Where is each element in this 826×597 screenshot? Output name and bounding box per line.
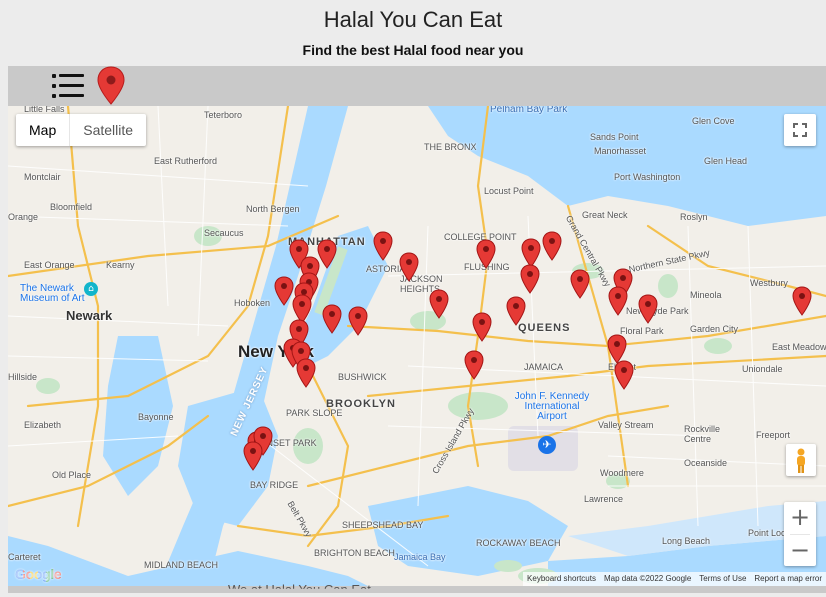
place-label: Woodmere: [600, 468, 644, 478]
airport-icon: ✈: [538, 436, 556, 454]
place-label: John F. Kennedy International Airport: [514, 391, 590, 422]
restaurant-marker-icon[interactable]: [792, 286, 812, 316]
page-header: Halal You Can Eat Find the best Halal fo…: [0, 0, 826, 66]
restaurant-marker-icon[interactable]: [464, 350, 484, 380]
place-label: Sands Point: [590, 132, 639, 142]
google-logo[interactable]: Google: [15, 566, 62, 582]
place-label: Port Washington: [614, 172, 681, 182]
place-label: Jamaica Bay: [394, 552, 446, 562]
place-label: Rockville Centre: [684, 424, 721, 444]
place-label: BUSHWICK: [338, 372, 387, 382]
place-label: BAY RIDGE: [250, 480, 299, 490]
restaurant-marker-icon[interactable]: [476, 239, 496, 269]
place-label: Garden City: [690, 324, 739, 334]
map-basemap: [8, 106, 826, 586]
place-label: Manorhasset: [594, 146, 647, 156]
place-label: THE BRONX: [424, 142, 477, 152]
map-data-text: Map data ©2022 Google: [603, 574, 692, 583]
place-label: Oceanside: [684, 458, 728, 468]
restaurant-marker-icon[interactable]: [638, 294, 658, 324]
restaurant-marker-icon[interactable]: [243, 441, 263, 471]
restaurant-marker-icon[interactable]: [296, 358, 316, 388]
place-label: ROCKAWAY BEACH: [476, 538, 561, 548]
place-label: Glen Cove: [692, 116, 735, 126]
place-label: Lawrence: [584, 494, 624, 504]
place-label: Old Place: [52, 470, 92, 480]
place-label: Hoboken: [234, 298, 271, 308]
map-type-map-button[interactable]: Map: [16, 114, 69, 146]
place-label: Newark: [66, 308, 113, 323]
place-label: BRIGHTON BEACH: [314, 548, 395, 558]
footer-strip: We at Halal You Can Eat: [8, 582, 826, 593]
place-label: Teterboro: [204, 110, 243, 120]
page-title: Halal You Can Eat: [323, 7, 503, 32]
page-subtitle: Find the best Halal food near you: [302, 42, 524, 58]
restaurant-marker-icon[interactable]: [429, 289, 449, 319]
zoom-in-button[interactable]: +: [784, 502, 816, 534]
place-label: Bloomfield: [50, 202, 93, 212]
keyboard-shortcuts-link[interactable]: Keyboard shortcuts: [523, 572, 600, 586]
fullscreen-icon: [793, 123, 807, 137]
place-label: Pelham Bay Park: [490, 106, 568, 115]
place-label: Kearny: [106, 260, 135, 270]
map-type-control: Map Satellite: [16, 114, 147, 146]
place-label: SHEEPSHEAD BAY: [342, 520, 424, 530]
restaurant-marker-icon[interactable]: [274, 276, 294, 306]
zoom-out-button[interactable]: −: [784, 535, 816, 567]
place-label: JAMAICA: [524, 362, 564, 372]
map-attribution: Keyboard shortcuts Map data ©2022 Google…: [523, 572, 826, 586]
zoom-control: + −: [784, 502, 816, 566]
fullscreen-button[interactable]: [784, 114, 816, 146]
restaurant-marker-icon[interactable]: [520, 264, 540, 294]
place-label: Bayonne: [138, 412, 174, 422]
toolbar: [8, 66, 826, 106]
restaurant-marker-icon[interactable]: [472, 312, 492, 342]
place-label: Secaucus: [204, 228, 244, 238]
place-label: Montclair: [24, 172, 61, 182]
place-label: Elizabeth: [24, 420, 62, 430]
place-label: Mineola: [690, 290, 722, 300]
place-label: Uniondale: [742, 364, 783, 374]
footer-text: We at Halal You Can Eat: [228, 582, 371, 597]
map-pin-icon[interactable]: [97, 66, 125, 106]
place-label: MIDLAND BEACH: [144, 560, 219, 570]
place-label: Hillside: [8, 372, 38, 382]
restaurant-marker-icon[interactable]: [373, 231, 393, 261]
restaurant-marker-icon[interactable]: [614, 360, 634, 390]
place-label: Freeport: [756, 430, 791, 440]
place-label: North Bergen: [246, 204, 300, 214]
street-view-pegman-button[interactable]: [786, 444, 816, 476]
map-type-satellite-button[interactable]: Satellite: [70, 114, 146, 146]
place-label: The Newark Museum of Art: [20, 283, 85, 304]
restaurant-marker-icon[interactable]: [608, 286, 628, 316]
place-label: Valley Stream: [598, 420, 654, 430]
place-label: East Meadow: [772, 342, 826, 352]
place-label: Locust Point: [484, 186, 534, 196]
place-label: Westbury: [750, 278, 788, 288]
place-label: Glen Head: [704, 156, 748, 166]
pegman-icon: [797, 448, 805, 473]
google-logo-text: Google: [15, 566, 62, 582]
restaurant-marker-icon[interactable]: [322, 304, 342, 334]
place-label: Roslyn: [680, 212, 708, 222]
museum-icon: ⌂: [84, 282, 98, 296]
map-canvas[interactable]: Little Falls Teterboro Pelham Bay Park G…: [8, 106, 826, 586]
place-label: Carteret: [8, 552, 41, 562]
list-icon[interactable]: [52, 71, 84, 101]
restaurant-marker-icon[interactable]: [348, 306, 368, 336]
restaurant-marker-icon[interactable]: [542, 231, 562, 261]
place-label: Orange: [8, 212, 39, 222]
restaurant-marker-icon[interactable]: [506, 296, 526, 326]
place-label: East Orange: [24, 260, 75, 270]
restaurant-marker-icon[interactable]: [399, 252, 419, 282]
place-label: Little Falls: [24, 106, 65, 114]
place-label: Long Beach: [662, 536, 711, 546]
terms-link[interactable]: Terms of Use: [695, 572, 750, 586]
restaurant-marker-icon[interactable]: [317, 239, 337, 269]
report-error-link[interactable]: Report a map error: [750, 572, 826, 586]
place-label: Great Neck: [582, 210, 628, 220]
restaurant-marker-icon[interactable]: [570, 269, 590, 299]
place-label: East Rutherford: [154, 156, 218, 166]
place-label: PARK SLOPE: [286, 408, 343, 418]
